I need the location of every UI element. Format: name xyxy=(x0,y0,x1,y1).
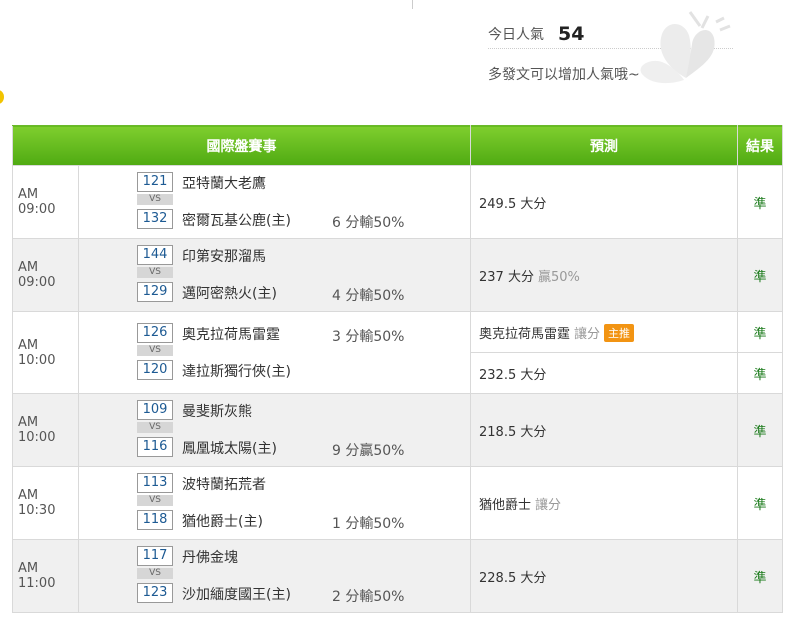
home-team-number: 117 xyxy=(137,546,173,566)
games-table: 國際盤賽事 預測 結果 AM 09:00 121 VS 132 亞特蘭大老鷹密爾瓦基公鹿… xyxy=(12,125,783,613)
table-row: AM 10:00 109 VS 116 曼斐斯灰熊鳳凰城太陽(主) 9 分贏50% 218.… xyxy=(12,393,783,467)
home-team-name[interactable]: 波特蘭拓荒者 xyxy=(182,474,266,494)
away-team-name[interactable]: 猶他爵士(主) xyxy=(182,511,263,531)
game-time: AM 11:00 xyxy=(12,539,79,613)
home-team-number: 109 xyxy=(137,400,173,420)
result-cell: 準 xyxy=(737,393,783,467)
prediction-type: 贏50% xyxy=(537,269,580,285)
home-team-name[interactable]: 丹佛金塊 xyxy=(182,547,238,567)
vs-label: VS xyxy=(137,568,173,579)
game-time: AM 09:00 xyxy=(12,238,79,312)
home-team-number: 144 xyxy=(137,245,173,265)
home-team-name[interactable]: 奧克拉荷馬雷霆 xyxy=(182,324,280,344)
table-row: AM 09:00 144 VS 129 印第安那溜馬 邁阿密熱火(主) 4 分輸50% 237… xyxy=(12,238,783,312)
prediction-cell: 猶他爵士 讓分 xyxy=(470,466,738,540)
matchup-cell: 117 VS 123 丹佛金塊沙加緬度國王(主) 2 分輸50% xyxy=(78,539,471,613)
popularity-count: 54 xyxy=(558,23,585,45)
table-header-row: 國際盤賽事 預測 結果 xyxy=(12,125,783,166)
away-handicap: 1 分輸50% xyxy=(332,516,405,532)
home-team-number: 126 xyxy=(137,322,173,343)
table-row: AM 10:00 126 VS 120 奧克拉荷馬雷霆 達拉斯獨行俠(主) 3 分輸50% 奧… xyxy=(12,311,783,394)
prediction-main: 228.5 大分 xyxy=(479,570,547,586)
away-handicap: 9 分贏50% xyxy=(332,443,405,459)
result-cell: 準 xyxy=(737,311,783,353)
table-row: AM 10:30 113 VS 118 波特蘭拓荒者 猶他爵士(主) 1 分輸50% 猶他爵士… xyxy=(12,466,783,540)
popularity-label: 今日人氣 xyxy=(488,27,544,43)
prediction-main: 218.5 大分 xyxy=(479,424,547,440)
away-handicap: 6 分輸50% xyxy=(332,215,405,231)
home-team-name[interactable]: 印第安那溜馬 xyxy=(182,246,266,266)
matchup-cell: 109 VS 116 曼斐斯灰熊鳳凰城太陽(主) 9 分贏50% xyxy=(78,393,471,467)
prediction-main: 232.5 大分 xyxy=(479,367,547,383)
game-time: AM 10:00 xyxy=(12,393,79,467)
header-result: 結果 xyxy=(737,125,783,166)
away-handicap: 2 分輸50% xyxy=(332,589,405,605)
vs-label: VS xyxy=(137,267,173,278)
header-prediction: 預測 xyxy=(470,125,738,166)
vs-label: VS xyxy=(137,194,173,205)
prediction-type: 讓分 xyxy=(574,326,601,342)
matchup-cell: 121 VS 132 亞特蘭大老鷹密爾瓦基公鹿(主) 6 分輸50% xyxy=(78,165,471,239)
prediction-cell: 218.5 大分 xyxy=(470,393,738,467)
game-time: AM 10:00 xyxy=(12,311,79,394)
away-team-name[interactable]: 邁阿密熱火(主) xyxy=(182,283,277,303)
home-team-name[interactable]: 亞特蘭大老鷹 xyxy=(182,173,266,193)
prediction-cell: 237 大分 贏50% xyxy=(470,238,738,312)
game-time: AM 10:30 xyxy=(12,466,79,540)
result-cell: 準 xyxy=(737,165,783,239)
away-handicap: 4 分輸50% xyxy=(332,288,405,304)
result-cell: 準 xyxy=(737,352,783,394)
prediction-main: 奧克拉荷馬雷霆 xyxy=(479,326,571,342)
result-cell: 準 xyxy=(737,466,783,540)
away-team-name[interactable]: 達拉斯獨行俠(主) xyxy=(182,361,291,381)
away-team-number: 116 xyxy=(137,437,173,457)
result-cell: 準 xyxy=(737,238,783,312)
popularity-hint: 多發文可以增加人氣哦~ xyxy=(488,67,640,83)
matchup-cell: 113 VS 118 波特蘭拓荒者 猶他爵士(主) 1 分輸50% xyxy=(78,466,471,540)
vs-label: VS xyxy=(137,422,173,433)
away-team-name[interactable]: 沙加緬度國王(主) xyxy=(182,584,291,604)
result-cell: 準 xyxy=(737,539,783,613)
home-team-name[interactable]: 曼斐斯灰熊 xyxy=(182,401,252,421)
home-team-number: 121 xyxy=(137,172,173,192)
prediction-type: 讓分 xyxy=(535,497,562,513)
matchup-cell: 144 VS 129 印第安那溜馬 邁阿密熱火(主) 4 分輸50% xyxy=(78,238,471,312)
table-row: AM 09:00 121 VS 132 亞特蘭大老鷹密爾瓦基公鹿(主) 6 分輸50% 24… xyxy=(12,165,783,239)
butterfly-watermark-icon xyxy=(640,11,731,84)
away-team-number: 120 xyxy=(137,359,173,380)
prediction-cell: 奧克拉荷馬雷霆 讓分 主推 xyxy=(470,311,738,353)
header-games: 國際盤賽事 xyxy=(12,125,471,166)
matchup-cell: 126 VS 120 奧克拉荷馬雷霆 達拉斯獨行俠(主) 3 分輸50% xyxy=(78,311,471,394)
prediction-main: 249.5 大分 xyxy=(479,196,547,212)
home-handicap: 3 分輸50% xyxy=(332,328,405,345)
away-team-name[interactable]: 密爾瓦基公鹿(主) xyxy=(182,210,291,230)
away-team-name[interactable]: 鳳凰城太陽(主) xyxy=(182,438,277,458)
prediction-main: 猶他爵士 xyxy=(479,497,532,513)
away-team-number: 129 xyxy=(137,282,173,302)
yellow-dot-icon xyxy=(0,90,4,104)
prediction-main: 237 大分 xyxy=(479,269,534,285)
home-team-number: 113 xyxy=(137,473,173,493)
recommend-badge: 主推 xyxy=(604,323,635,342)
vs-label: VS xyxy=(137,495,173,506)
game-time: AM 09:00 xyxy=(12,165,79,239)
table-row: AM 11:00 117 VS 123 丹佛金塊沙加緬度國王(主) 2 分輸50% 228.… xyxy=(12,539,783,613)
prediction-cell: 249.5 大分 xyxy=(470,165,738,239)
divider-line xyxy=(412,0,413,9)
away-team-number: 123 xyxy=(137,583,173,603)
away-team-number: 118 xyxy=(137,510,173,530)
prediction-cell: 228.5 大分 xyxy=(470,539,738,613)
prediction-cell: 232.5 大分 xyxy=(470,352,738,394)
away-team-number: 132 xyxy=(137,209,173,229)
vs-label: VS xyxy=(137,344,173,356)
